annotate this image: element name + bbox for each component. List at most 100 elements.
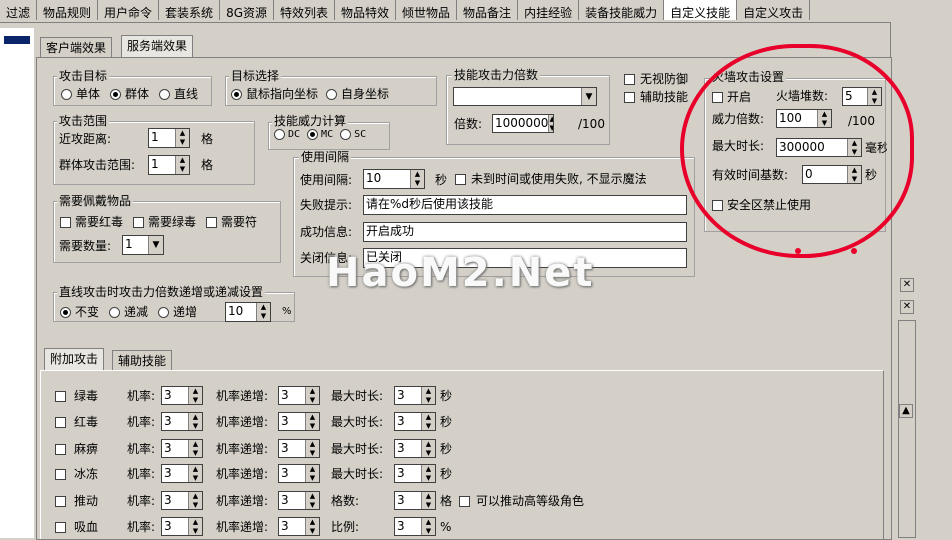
- equip-count-value: 1: [125, 237, 133, 251]
- rate-inc-stepper[interactable]: 3 ▲ ▼: [278, 412, 320, 431]
- radio-decrease[interactable]: [109, 306, 121, 318]
- assist-skill-checkbox[interactable]: [624, 91, 635, 103]
- top-tab[interactable]: 物品备注: [457, 0, 519, 20]
- push-high-level-checkbox[interactable]: [459, 496, 470, 507]
- third-stepper[interactable]: 3 ▲ ▼: [394, 412, 436, 431]
- scrollbar[interactable]: [898, 320, 916, 538]
- top-tab[interactable]: 自定义攻击: [737, 0, 811, 20]
- near-range-stepper[interactable]: 1 ▲ ▼: [148, 128, 190, 148]
- need-green-poison-checkbox[interactable]: [133, 216, 145, 228]
- top-tab[interactable]: 特效列表: [274, 0, 336, 20]
- rate-stepper[interactable]: 3 ▲ ▼: [161, 412, 203, 431]
- third-stepper[interactable]: 3 ▲ ▼: [394, 386, 436, 405]
- group-range-stepper[interactable]: 1 ▲ ▼: [148, 155, 190, 175]
- rate-inc-stepper[interactable]: 3 ▲ ▼: [278, 464, 320, 483]
- success-message-input[interactable]: 开启成功: [363, 222, 687, 242]
- chevron-down-icon[interactable]: ▼: [148, 236, 163, 254]
- tab-server[interactable]: 服务端效果: [121, 35, 194, 58]
- spin-buttons[interactable]: ▲▼: [188, 518, 202, 535]
- third-stepper[interactable]: 3 ▲ ▼: [394, 517, 436, 536]
- top-tab[interactable]: 内挂经验: [518, 0, 580, 20]
- rate-inc-stepper[interactable]: 3 ▲ ▼: [278, 439, 320, 458]
- spin-buttons[interactable]: ▲▼: [548, 115, 553, 132]
- top-tab[interactable]: 物品特效: [335, 0, 397, 20]
- top-tab[interactable]: 8G资源: [220, 0, 274, 20]
- rate-inc-stepper[interactable]: 3 ▲ ▼: [278, 491, 320, 510]
- spin-buttons[interactable]: ▲▼: [305, 492, 319, 509]
- spin-buttons[interactable]: ▲▼: [421, 492, 435, 509]
- spin-buttons[interactable]: ▲▼: [421, 518, 435, 535]
- radio-self-point[interactable]: [326, 88, 338, 100]
- spin-buttons[interactable]: ▲▼: [188, 492, 202, 509]
- rate-stepper[interactable]: 3 ▲ ▼: [161, 439, 203, 458]
- top-tab[interactable]: 物品规则: [37, 0, 99, 20]
- rate-stepper[interactable]: 3 ▲ ▼: [161, 491, 203, 510]
- rate-stepper[interactable]: 3 ▲ ▼: [161, 386, 203, 405]
- spin-buttons[interactable]: ▲▼: [305, 413, 319, 430]
- attach-checkbox[interactable]: [55, 444, 66, 455]
- third-stepper[interactable]: 3 ▲ ▼: [394, 439, 436, 458]
- attach-checkbox[interactable]: [55, 522, 66, 533]
- power-multiplier-dropdown[interactable]: ▼: [453, 87, 597, 106]
- spin-buttons[interactable]: ▲▼: [305, 387, 319, 404]
- multiplier-stepper[interactable]: 1000000 ▲▼: [492, 114, 554, 133]
- spin-buttons[interactable]: ▲▼: [421, 440, 435, 457]
- no-show-checkbox[interactable]: [455, 173, 466, 185]
- tab-assist-skill[interactable]: 辅助技能: [112, 350, 173, 371]
- top-tab[interactable]: 装备技能威力: [579, 0, 665, 20]
- spin-buttons[interactable]: ▲▼: [410, 170, 424, 188]
- attach-checkbox[interactable]: [55, 391, 66, 402]
- linear-stepper[interactable]: 10 ▲ ▼: [225, 302, 271, 322]
- attach-checkbox[interactable]: [55, 496, 66, 507]
- close-icon[interactable]: ✕: [900, 300, 914, 314]
- radio-line[interactable]: [159, 88, 171, 100]
- radio-single[interactable]: [61, 88, 72, 100]
- need-talisman-checkbox[interactable]: [206, 216, 218, 228]
- radio-unchanged[interactable]: [60, 306, 71, 318]
- invisible-defense-checkbox[interactable]: [624, 73, 635, 85]
- top-tab[interactable]: 倾世物品: [396, 0, 458, 20]
- left-list-selection[interactable]: [4, 36, 30, 44]
- top-tab[interactable]: 用户命令: [98, 0, 160, 20]
- fail-message-input[interactable]: 请在%d秒后使用该技能: [363, 195, 687, 215]
- spin-buttons[interactable]: ▲▼: [256, 303, 270, 321]
- top-tab[interactable]: 过滤: [0, 0, 38, 20]
- rate-inc-stepper[interactable]: 3 ▲ ▼: [278, 386, 320, 405]
- third-stepper[interactable]: 3 ▲ ▼: [394, 464, 436, 483]
- spin-buttons[interactable]: ▲▼: [305, 440, 319, 457]
- scroll-up-icon[interactable]: ▲: [899, 404, 913, 418]
- interval-stepper[interactable]: 10 ▲ ▼: [363, 169, 425, 189]
- spin-buttons[interactable]: ▲▼: [305, 518, 319, 535]
- spin-buttons[interactable]: ▲▼: [175, 156, 189, 174]
- spin-buttons[interactable]: ▲▼: [421, 413, 435, 430]
- spin-buttons[interactable]: ▲▼: [305, 465, 319, 482]
- close-icon[interactable]: ✕: [900, 278, 914, 292]
- left-list-panel[interactable]: [0, 28, 34, 538]
- equip-count-input[interactable]: 1 ▼: [122, 235, 164, 255]
- attach-checkbox[interactable]: [55, 469, 66, 480]
- radio-mouse-point[interactable]: [231, 88, 242, 100]
- need-red-poison-checkbox[interactable]: [60, 216, 71, 228]
- top-tab[interactable]: 套装系统: [159, 0, 221, 20]
- chevron-down-icon[interactable]: ▼: [581, 88, 596, 105]
- top-tab-active[interactable]: 自定义技能: [664, 0, 738, 20]
- spin-buttons[interactable]: ▲▼: [421, 465, 435, 482]
- radio-group[interactable]: [110, 88, 122, 100]
- radio-mc[interactable]: [307, 129, 319, 140]
- spin-buttons[interactable]: ▲▼: [188, 413, 202, 430]
- tab-attach-attack[interactable]: 附加攻击: [44, 348, 105, 371]
- spin-buttons[interactable]: ▲▼: [188, 387, 202, 404]
- radio-increase[interactable]: [158, 306, 170, 318]
- rate-stepper[interactable]: 3 ▲ ▼: [161, 517, 203, 536]
- tab-client[interactable]: 客户端效果: [40, 37, 113, 58]
- third-stepper[interactable]: 3 ▲ ▼: [394, 491, 436, 510]
- radio-dc[interactable]: [274, 129, 285, 140]
- spin-buttons[interactable]: ▲▼: [188, 465, 202, 482]
- attach-checkbox[interactable]: [55, 417, 66, 428]
- rate-inc-stepper[interactable]: 3 ▲ ▼: [278, 517, 320, 536]
- spin-buttons[interactable]: ▲▼: [175, 129, 189, 147]
- spin-buttons[interactable]: ▲▼: [421, 387, 435, 404]
- rate-stepper[interactable]: 3 ▲ ▼: [161, 464, 203, 483]
- radio-sc[interactable]: [340, 129, 352, 140]
- spin-buttons[interactable]: ▲▼: [188, 440, 202, 457]
